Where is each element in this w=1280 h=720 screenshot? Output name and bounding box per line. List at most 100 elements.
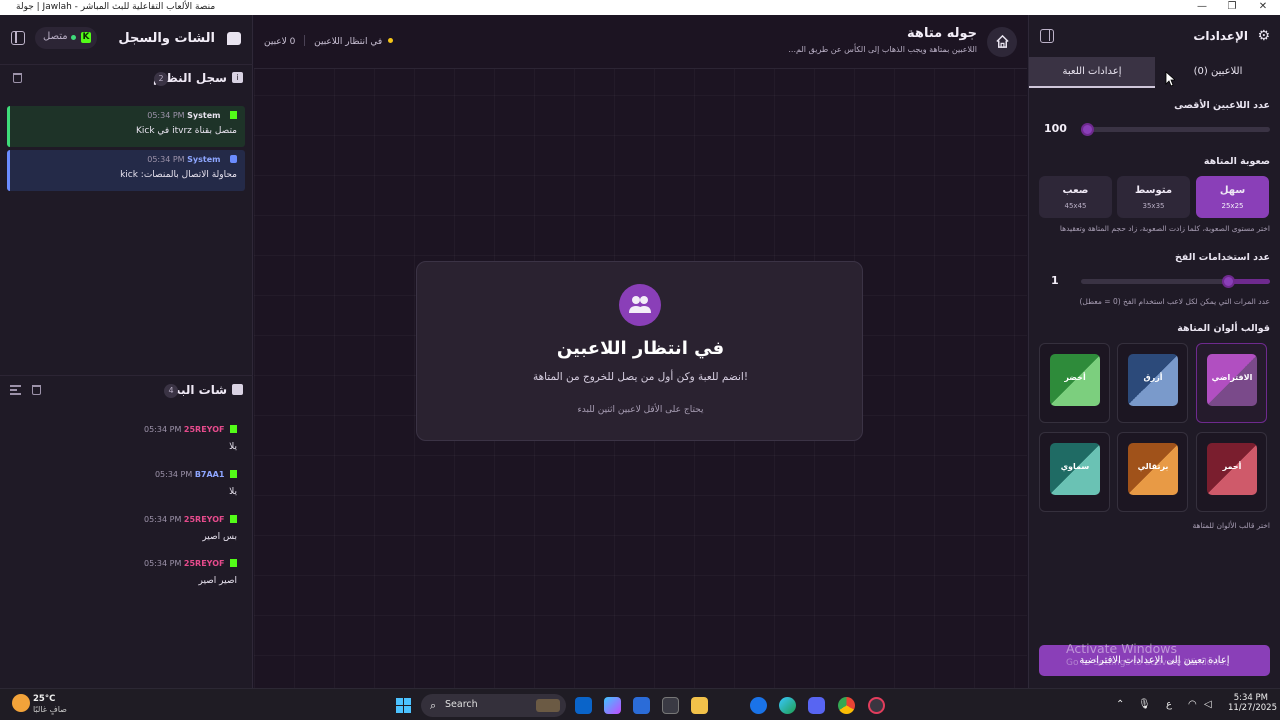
store-icon[interactable] [662,697,679,714]
activate-windows-watermark: Activate Windows [1066,641,1177,656]
users-icon [619,284,661,326]
collapse-left-panel-button[interactable] [11,31,25,45]
volume-icon[interactable]: ◁ [1204,699,1212,710]
system-log-header: i سجل النظام 2 [0,65,253,93]
divider [304,35,306,46]
max-players-label: عدد اللاعبين الأقصى [1174,100,1270,111]
info-icon: i [232,72,243,83]
max-players-slider[interactable] [1081,123,1270,136]
theme-swatch: الافتراضي [1207,354,1257,406]
message-user: 25REYOF [183,425,225,434]
message-time: 05:34 PM [154,470,193,479]
chrome-icon[interactable] [838,697,855,714]
clear-chat-trash-icon[interactable] [32,385,41,395]
difficulty-medium-button[interactable]: متوسط 35x35 [1117,176,1190,218]
kick-icon: K [81,32,91,43]
tab-game-settings[interactable]: إعدادات اللعبة [1029,57,1155,88]
theme-option[interactable]: الافتراضي [1196,343,1267,423]
search-label: Search [445,699,478,710]
theme-swatch: أخضر [1050,354,1100,406]
maximize-button[interactable]: ❐ [1217,0,1247,15]
file-explorer-icon[interactable] [691,697,708,714]
theme-option[interactable]: أخضر [1039,343,1110,423]
kick-icon [230,515,237,523]
waiting-title: في انتظار اللاعبين [556,338,725,359]
tray-overflow-chevron-icon[interactable]: ⌃ [1116,699,1124,710]
message-user: System [187,111,221,120]
input-language[interactable]: ع [1166,699,1172,710]
copilot-icon[interactable] [604,697,621,714]
outlook-icon[interactable] [575,697,592,714]
theme-swatch: أزرق [1128,354,1178,406]
theme-swatch: سماوي [1050,443,1100,495]
theme-name: سماوي [1060,462,1090,471]
app-icon[interactable] [750,697,767,714]
app-root: الشات والسجل K متصل i سجل النظام 2 05:34… [0,15,1280,688]
windows-start-icon[interactable] [396,698,412,714]
message-text: بس اصير [202,532,237,542]
game-title: جوله متاهة [907,26,977,41]
chat-panel-title: الشات والسجل [118,31,215,46]
discord-icon [230,155,237,163]
mouse-cursor-icon [1165,71,1175,87]
connected-dot-icon [71,35,76,40]
theme-option[interactable]: برتقالي [1117,432,1188,512]
microphone-icon[interactable]: 🎙 [1138,699,1151,710]
system-log-item: 05:34 PM System متصل بقناة itvrz في Kick [7,106,245,147]
connection-status: K متصل [35,27,97,49]
weather-icon[interactable] [12,694,30,712]
defender-icon[interactable] [633,697,650,714]
windows-taskbar: 25°C صافٍ غالبًا ⌕ Search ⌃ 🎙 ع ◠ ◁ 5:34… [0,688,1280,720]
home-button[interactable] [987,27,1017,57]
trap-value: 1 [1051,274,1059,287]
home-icon [996,34,1009,48]
collapse-right-panel-button[interactable] [1040,29,1054,43]
chat-log-panel: الشات والسجل K متصل i سجل النظام 2 05:34… [0,15,253,688]
edge-icon[interactable] [779,697,796,714]
filter-icon[interactable] [10,385,21,395]
difficulty-hard-button[interactable]: صعب 45x45 [1039,176,1112,218]
message-text: اصير اصير [198,576,237,586]
system-log-count: 2 [154,72,168,86]
difficulty-hint: اختر مستوى الصعوبة، كلما زادت الصعوبة، ز… [1059,224,1270,233]
difficulty-easy-button[interactable]: سهل 25x25 [1196,176,1269,218]
trap-hint: عدد المرات التي يمكن لكل لاعب استخدام ال… [1079,297,1271,306]
connection-label: متصل [43,31,68,42]
window-title: منصة الألعاب التفاعلية للبث المباشر - Ja… [16,2,216,12]
clear-system-log-trash-icon[interactable] [13,73,22,83]
difficulty-name: صعب [1062,185,1089,196]
kick-icon [230,111,237,119]
wifi-icon[interactable]: ◠ [1188,699,1197,710]
discord-icon[interactable] [808,697,825,714]
slider-thumb[interactable] [1081,123,1094,136]
theme-swatch: برتقالي [1128,443,1178,495]
kick-icon [230,470,237,478]
difficulty-name: متوسط [1134,185,1173,196]
message-text: متصل بقناة itvrz في Kick [136,126,237,136]
chat-message: 05:34 PM 25REYOF يلا [0,425,245,465]
system-log-item: 05:34 PM System محاولة الاتصال بالمنصات:… [7,150,245,191]
message-time: 05:34 PM [144,559,182,568]
minimize-button[interactable]: — [1187,0,1217,15]
chat-panel-header: الشات والسجل K متصل [0,15,253,65]
theme-option[interactable]: سماوي [1039,432,1110,512]
theme-option[interactable]: أحمر [1196,432,1267,512]
waiting-card: في انتظار اللاعبين انضم للعبة وكن أول من… [416,261,863,441]
theme-option[interactable]: أزرق [1117,343,1188,423]
weather-temperature: 25°C [33,694,56,704]
theme-name: أحمر [1222,462,1242,471]
theme-name: الافتراضي [1211,373,1253,382]
trap-slider[interactable] [1081,275,1270,288]
slider-thumb[interactable] [1221,275,1235,288]
taskbar-clock[interactable]: 5:34 PM 11/27/2025 [1228,693,1277,713]
chat-icon [232,384,243,395]
difficulty-size: 45x45 [1064,202,1087,210]
themes-label: قوالب ألوان المتاهة [1177,323,1270,334]
clock-time: 5:34 PM [1233,693,1268,703]
taskbar-search[interactable]: ⌕ Search [421,694,566,717]
message-user: System [187,155,221,164]
search-highlight-icon [536,699,560,712]
game-description: اللاعبين بمتاهة ويجب الذهاب إلى الكأس عن… [788,45,977,54]
obs-icon[interactable] [868,697,885,714]
close-button[interactable]: ✕ [1248,0,1278,15]
